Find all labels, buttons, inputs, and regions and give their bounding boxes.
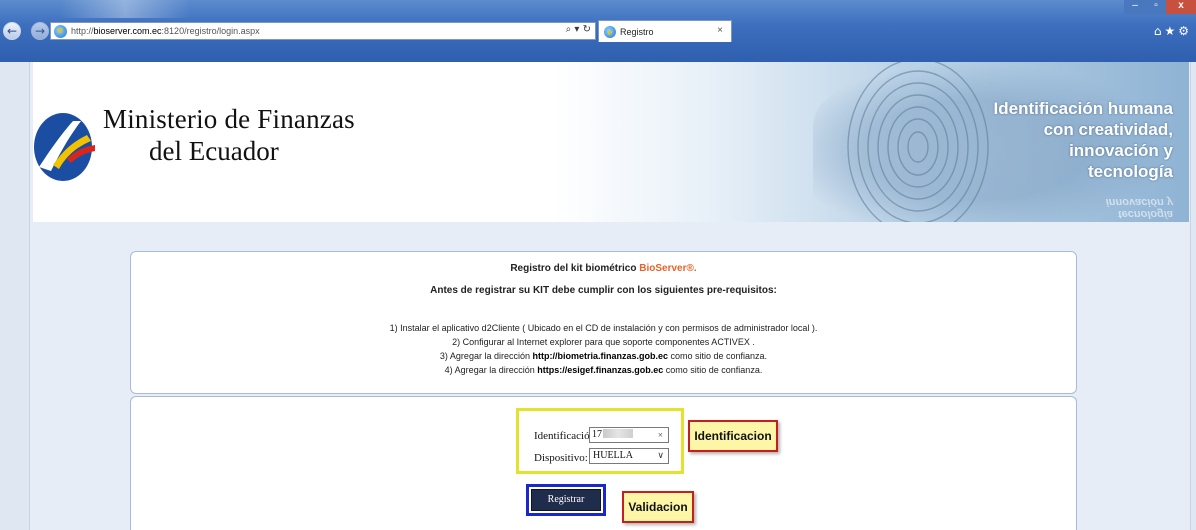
- identification-callout: Identificacion: [688, 420, 778, 452]
- tagline-line: con creatividad,: [1043, 120, 1173, 139]
- trusted-url: https://esigef.finanzas.gob.ec: [537, 365, 664, 375]
- back-button[interactable]: ←: [3, 22, 21, 40]
- org-name-line1: Ministerio de Finanzas: [103, 104, 355, 134]
- chrome-highlight: [60, 0, 190, 18]
- org-name: Ministerio de Finanzas del Ecuador: [103, 104, 355, 167]
- step-text: como sitio de confianza.: [663, 365, 763, 375]
- url-host: bioserver.com.ec: [93, 26, 162, 36]
- tagline-reflection: tecnología innovación y: [1106, 196, 1173, 220]
- step-item: 4) Agregar la dirección https://esigef.f…: [131, 363, 1076, 377]
- browser-chrome: ← → e http://bioserver.com.ec:8120/regis…: [0, 0, 1196, 62]
- info-title: Registro del kit biométrico BioServer®.: [131, 263, 1076, 274]
- device-label: Dispositivo:: [534, 452, 588, 464]
- prerequisites-panel: Registro del kit biométrico BioServer®. …: [130, 251, 1077, 394]
- tagline-reflection-line: tecnología: [1117, 208, 1173, 220]
- clear-input-icon[interactable]: ×: [658, 428, 663, 442]
- step-text: 3) Agregar la dirección: [439, 351, 533, 361]
- register-button[interactable]: Registrar: [531, 489, 601, 511]
- home-favorites-settings-icons[interactable]: ⌂★⚙: [1154, 24, 1192, 38]
- minimize-button[interactable]: –: [1124, 0, 1146, 14]
- tagline-line: Identificación humana: [993, 99, 1173, 118]
- step-text: 4) Agregar la dirección: [444, 365, 538, 375]
- address-url[interactable]: http://bioserver.com.ec:8120/registro/lo…: [71, 26, 260, 36]
- tab-registro[interactable]: e Registro ×: [598, 20, 732, 42]
- step-item: 2) Configurar al Internet explorer para …: [452, 337, 755, 347]
- window-controls: – ▫ x: [1124, 0, 1196, 14]
- device-select[interactable]: HUELLA ∨: [589, 448, 669, 464]
- step-item: 1) Instalar el aplicativo d2Cliente ( Ub…: [389, 323, 818, 333]
- banner-tagline: Identificación humana con creatividad, i…: [994, 98, 1173, 182]
- prerequisites-list: 1) Instalar el aplicativo d2Cliente ( Ub…: [131, 321, 1076, 377]
- url-prefix: http://: [71, 26, 94, 36]
- header-banner: Ministerio de Finanzas del Ecuador Ident…: [33, 62, 1189, 222]
- tagline-reflection-line: innovación y: [1105, 196, 1173, 208]
- ministerio-logo-icon: [34, 113, 95, 181]
- tab-label: Registro: [620, 26, 654, 37]
- identification-value: 17: [592, 429, 602, 440]
- step-item: 3) Agregar la dirección http://biometria…: [131, 349, 1076, 363]
- redacted-value: [603, 429, 633, 438]
- fingerprint-icon: [847, 62, 989, 222]
- address-bar[interactable]: e http://bioserver.com.ec:8120/registro/…: [50, 22, 596, 40]
- tagline-line: innovación y: [1069, 141, 1173, 160]
- url-path: :8120/registro/login.aspx: [161, 26, 260, 36]
- bioserver-brand: BioServer®.: [639, 263, 697, 274]
- maximize-button[interactable]: ▫: [1146, 0, 1166, 14]
- chevron-down-icon: ∨: [657, 451, 664, 461]
- org-name-line2: del Ecuador: [149, 136, 279, 166]
- identification-input[interactable]: 17 ×: [589, 427, 669, 443]
- info-subtitle: Antes de registrar su KIT debe cumplir c…: [430, 285, 777, 296]
- validation-callout: Validacion: [622, 491, 694, 523]
- step-text: como sitio de confianza.: [668, 351, 768, 361]
- tab-favicon-icon: e: [604, 25, 616, 38]
- info-title-text: Registro del kit biométrico: [510, 263, 640, 274]
- address-tools-icons[interactable]: ⌕ ▾ ↻: [566, 24, 591, 35]
- ie-favicon-icon: e: [54, 24, 67, 38]
- forward-button[interactable]: →: [31, 22, 49, 40]
- tagline-line: tecnología: [1087, 162, 1173, 181]
- trusted-url: http://biometria.finanzas.gob.ec: [532, 351, 668, 361]
- close-button[interactable]: x: [1166, 0, 1196, 14]
- tab-close-icon[interactable]: ×: [717, 25, 723, 36]
- device-selected-value: HUELLA: [593, 450, 633, 461]
